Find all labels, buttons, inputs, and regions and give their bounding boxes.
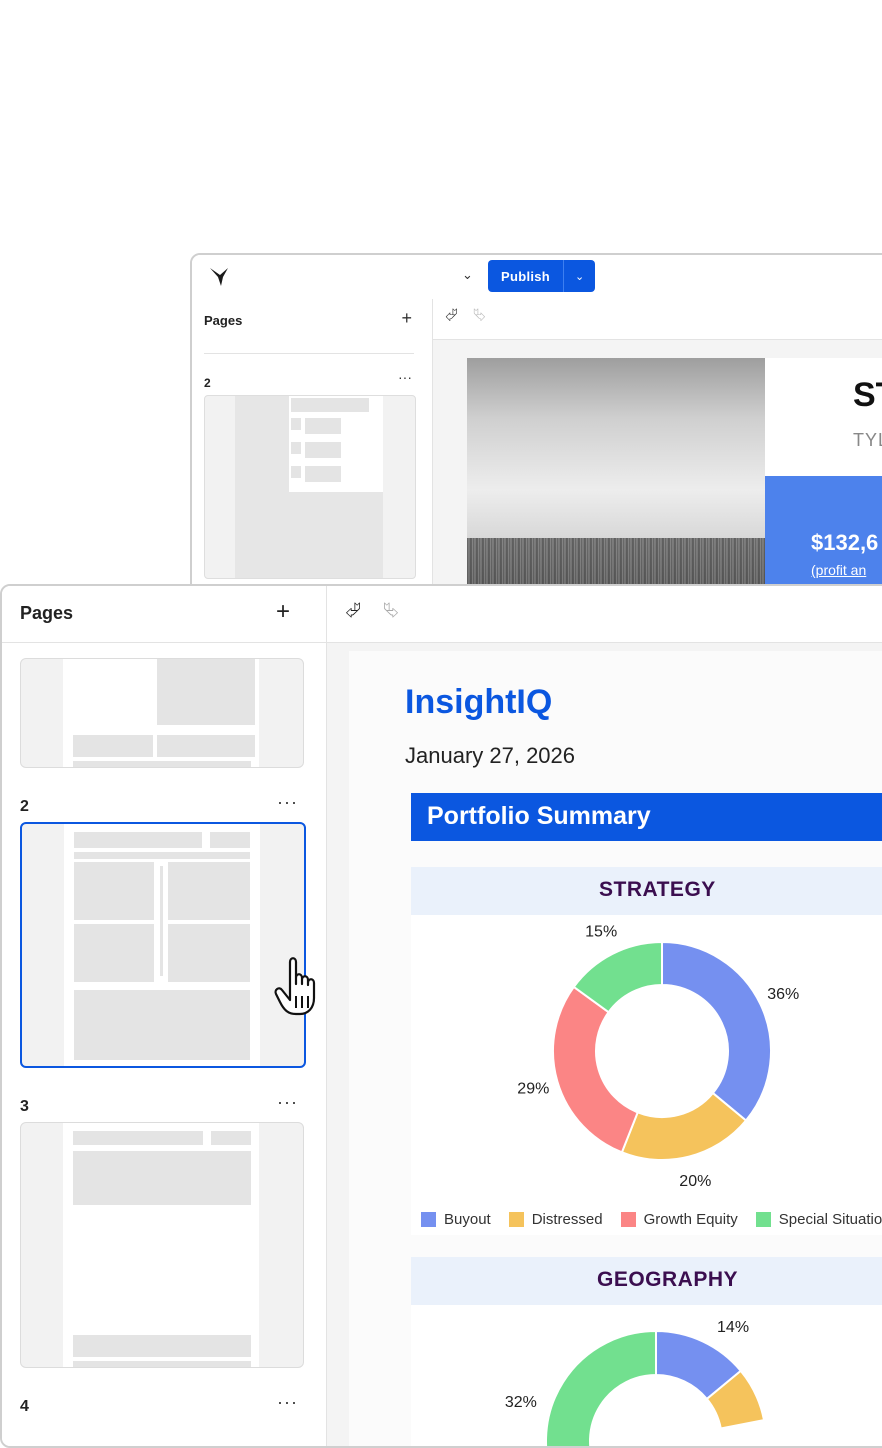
editor-canvas: InsightIQ January 27, 2026 Portfolio Sum… xyxy=(327,643,882,1446)
publish-button[interactable]: Publish xyxy=(488,260,564,292)
page-more-icon[interactable]: ··· xyxy=(277,1392,298,1413)
legend-item[interactable]: Special Situatio xyxy=(755,1211,882,1228)
stat-note: (profit an xyxy=(811,562,867,578)
portfolio-summary-banner: Portfolio Summary xyxy=(411,793,882,841)
back-pages-panel: Pages + 2 ··· xyxy=(192,299,433,615)
divider xyxy=(204,353,414,354)
legend-item[interactable]: Buyout xyxy=(421,1211,491,1228)
doc-title: ST xyxy=(853,376,882,414)
strategy-donut-chart: 36% 20% 29% 15% xyxy=(517,924,799,1190)
strategy-label-2: 20% xyxy=(679,1173,711,1190)
back-doc-header: ST TYL $132,6 (profit an xyxy=(765,358,882,606)
legend-swatch xyxy=(620,1212,636,1227)
geography-slice-2 xyxy=(545,1329,657,1446)
editor-toolbar: ⮰ ⮱ xyxy=(327,586,882,643)
doc-date: January 27, 2026 xyxy=(405,743,576,768)
page-number-2: 2 xyxy=(20,798,29,815)
document-page: InsightIQ January 27, 2026 Portfolio Sum… xyxy=(349,651,882,1446)
publish-options-chevron-icon[interactable]: ⌄ xyxy=(563,260,596,292)
redo-icon[interactable]: ⮱ xyxy=(383,600,399,623)
back-editor-window: ⌄ Publish ⌄ Pages + 2 ··· ⮰ ⮱ S TY $132,… xyxy=(190,253,882,617)
strategy-chart: 36% 20% 29% 15% Buyout Distressed Growth Equi… xyxy=(411,915,882,1235)
strategy-section-header: STRATEGY xyxy=(411,867,882,915)
geography-label-1: 14% xyxy=(717,1319,749,1336)
legend-item[interactable]: Distressed xyxy=(508,1211,603,1228)
page-number-3: 3 xyxy=(20,1098,29,1115)
strategy-label-3: 29% xyxy=(517,1080,549,1097)
strategy-slice-1 xyxy=(661,940,772,1122)
undo-icon[interactable]: ⮰ xyxy=(345,600,361,623)
doc-title: InsightIQ xyxy=(405,683,553,721)
strategy-slice-3 xyxy=(552,985,640,1154)
front-editor-window: Pages + 2 ··· 3 ··· 4 ··· ⮰ ⮱ InsightIQ … xyxy=(0,584,882,1448)
page-thumbnail-2-selected[interactable] xyxy=(20,822,306,1068)
landscape-photo xyxy=(467,358,765,598)
page-more-icon[interactable]: ··· xyxy=(277,1092,298,1113)
page-number: 2 xyxy=(204,376,211,390)
undo-icon[interactable]: ⮰ xyxy=(445,307,458,325)
geography-section-header: GEOGRAPHY xyxy=(411,1257,882,1305)
page-number-4: 4 xyxy=(20,1398,29,1415)
legend-label: Special Situatio xyxy=(778,1211,882,1228)
summary-title: Portfolio Summary xyxy=(427,802,651,830)
legend-label: Distressed xyxy=(531,1211,603,1228)
legend-item[interactable]: Growth Equity xyxy=(620,1211,738,1228)
page-thumbnail-3[interactable] xyxy=(20,1122,304,1368)
legend-swatch xyxy=(508,1212,524,1227)
legend-swatch xyxy=(755,1212,771,1227)
strategy-legend: Buyout Distressed Growth Equity Special Sit… xyxy=(421,1211,882,1228)
pages-panel: Pages + 2 ··· 3 ··· 4 ··· xyxy=(2,586,327,1446)
doc-subtitle: TYL xyxy=(853,430,882,450)
geography-title: GEOGRAPHY xyxy=(597,1268,739,1291)
stat-amount: $132,6 xyxy=(811,530,879,555)
legend-label: Growth Equity xyxy=(643,1211,738,1228)
pages-title: Pages xyxy=(20,603,74,623)
page-more-icon[interactable]: ··· xyxy=(277,792,298,813)
geography-chart: 14% 32% xyxy=(411,1305,882,1446)
pages-title: Pages xyxy=(204,313,243,328)
chevron-down-icon[interactable]: ⌄ xyxy=(462,267,473,283)
strategy-label-1: 36% xyxy=(767,986,799,1003)
publish-button-group: Publish ⌄ xyxy=(488,260,596,292)
geography-label-2: 32% xyxy=(505,1394,537,1411)
back-top-bar: ⌄ Publish ⌄ xyxy=(192,255,882,300)
strategy-label-4: 15% xyxy=(585,924,617,941)
geography-donut-chart: 14% 32% xyxy=(505,1319,766,1446)
bird-logo-icon[interactable] xyxy=(208,265,232,289)
add-page-icon[interactable]: + xyxy=(276,598,290,626)
legend-label: Buyout xyxy=(444,1211,491,1228)
page-thumbnail[interactable] xyxy=(204,395,416,579)
strategy-title: STRATEGY xyxy=(599,878,716,901)
legend-swatch xyxy=(421,1212,436,1227)
pages-panel-header: Pages + xyxy=(2,586,326,643)
back-canvas: ST TYL $132,6 (profit an xyxy=(433,340,882,615)
add-page-icon[interactable]: + xyxy=(401,308,412,329)
page-more-icon[interactable]: ··· xyxy=(398,369,412,385)
page-thumbnail-1[interactable] xyxy=(20,658,304,768)
redo-icon[interactable]: ⮱ xyxy=(473,307,486,325)
back-editor-toolbar: ⮰ ⮱ xyxy=(433,299,882,340)
